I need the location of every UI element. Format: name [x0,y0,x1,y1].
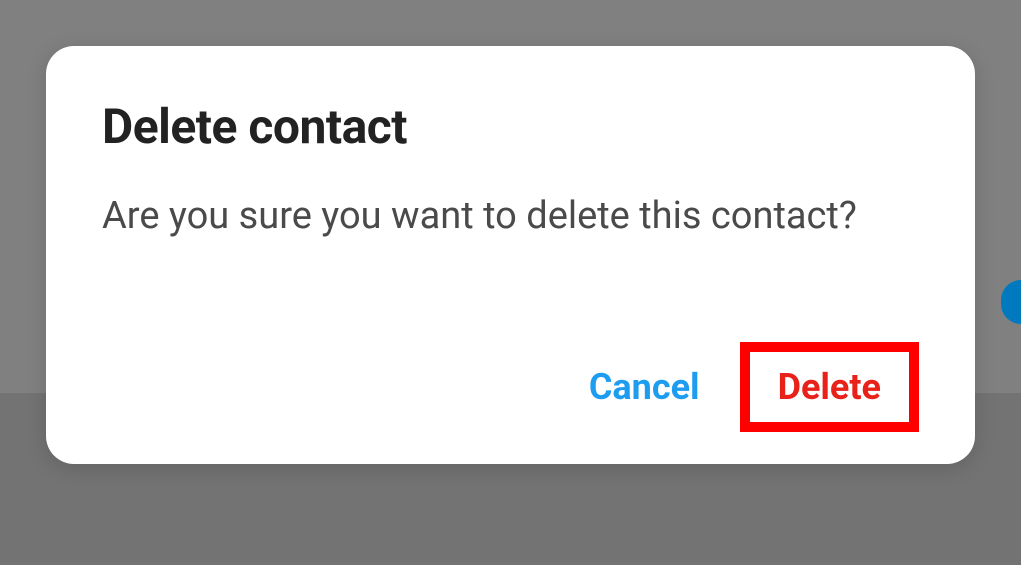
delete-contact-dialog: Delete contact Are you sure you want to … [46,46,975,464]
cancel-button[interactable]: Cancel [565,350,724,424]
dialog-message: Are you sure you want to delete this con… [102,191,919,242]
delete-button[interactable]: Delete [750,352,909,422]
annotation-highlight: Delete [740,342,919,432]
dialog-actions: Cancel Delete [102,342,919,432]
dialog-title: Delete contact [102,98,919,155]
background-element [1001,280,1021,324]
